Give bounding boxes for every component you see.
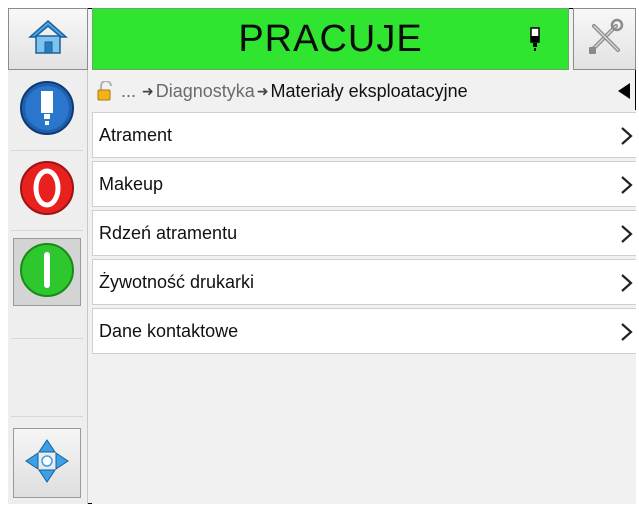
chevron-right-icon bbox=[614, 223, 636, 245]
breadcrumb-parent[interactable]: Diagnostyka bbox=[156, 81, 255, 102]
breadcrumb-ellipsis[interactable]: ... bbox=[121, 81, 136, 102]
lock-open-icon bbox=[97, 81, 115, 101]
panel-divider bbox=[11, 150, 83, 151]
menu-item-printer-life[interactable]: Żywotność drukarki bbox=[92, 259, 636, 305]
menu-item-atrament[interactable]: Atrament bbox=[92, 112, 636, 158]
panel-divider bbox=[11, 230, 83, 231]
stop-button[interactable] bbox=[13, 156, 81, 224]
chevron-right-icon bbox=[614, 272, 636, 294]
printhead-icon bbox=[19, 80, 75, 141]
breadcrumb-separator: ➜ bbox=[256, 82, 269, 99]
menu-item-label: Rdzeń atramentu bbox=[99, 222, 238, 243]
chevron-right-icon bbox=[614, 125, 636, 147]
start-icon bbox=[19, 242, 75, 303]
menu-item-label: Dane kontaktowe bbox=[99, 320, 239, 341]
breadcrumb-current: Materiały eksploatacyjne bbox=[270, 80, 468, 101]
home-button[interactable] bbox=[8, 8, 88, 70]
menu-item-label: Atrament bbox=[99, 124, 173, 145]
tools-icon bbox=[586, 18, 624, 61]
navigation-arrows-icon bbox=[23, 437, 71, 490]
menu-item-label: Żywotność drukarki bbox=[99, 271, 255, 292]
menu-item-makeup[interactable]: Makeup bbox=[92, 161, 636, 207]
breadcrumb: ... ➜ Diagnostyka ➜ Materiały eksploatac… bbox=[92, 72, 636, 110]
menu-item-label: Makeup bbox=[99, 173, 164, 194]
chevron-right-icon bbox=[614, 174, 636, 196]
breadcrumb-separator: ➜ bbox=[142, 82, 154, 99]
left-control-panel bbox=[8, 70, 88, 504]
home-icon bbox=[28, 17, 68, 62]
menu-item-ink-core[interactable]: Rdzeń atramentu bbox=[92, 210, 636, 256]
printer-status-banner[interactable]: PRACUJE bbox=[92, 8, 569, 70]
back-arrow-icon[interactable] bbox=[618, 83, 630, 99]
start-button[interactable] bbox=[13, 238, 81, 306]
menu-list: Atrament Makeup Rdzeń atramentu Żywotnoś… bbox=[92, 112, 636, 357]
printer-status-text: PRACUJE bbox=[238, 18, 423, 60]
panel-divider bbox=[11, 338, 83, 339]
menu-item-contact-details[interactable]: Dane kontaktowe bbox=[92, 308, 636, 354]
panel-divider bbox=[11, 416, 83, 417]
printer-status-button[interactable] bbox=[13, 76, 81, 144]
chevron-right-icon bbox=[614, 321, 636, 343]
stop-icon bbox=[19, 160, 75, 221]
ink-cartridge-icon bbox=[528, 27, 542, 58]
tools-button[interactable] bbox=[573, 8, 636, 70]
navigation-button[interactable] bbox=[13, 428, 81, 498]
